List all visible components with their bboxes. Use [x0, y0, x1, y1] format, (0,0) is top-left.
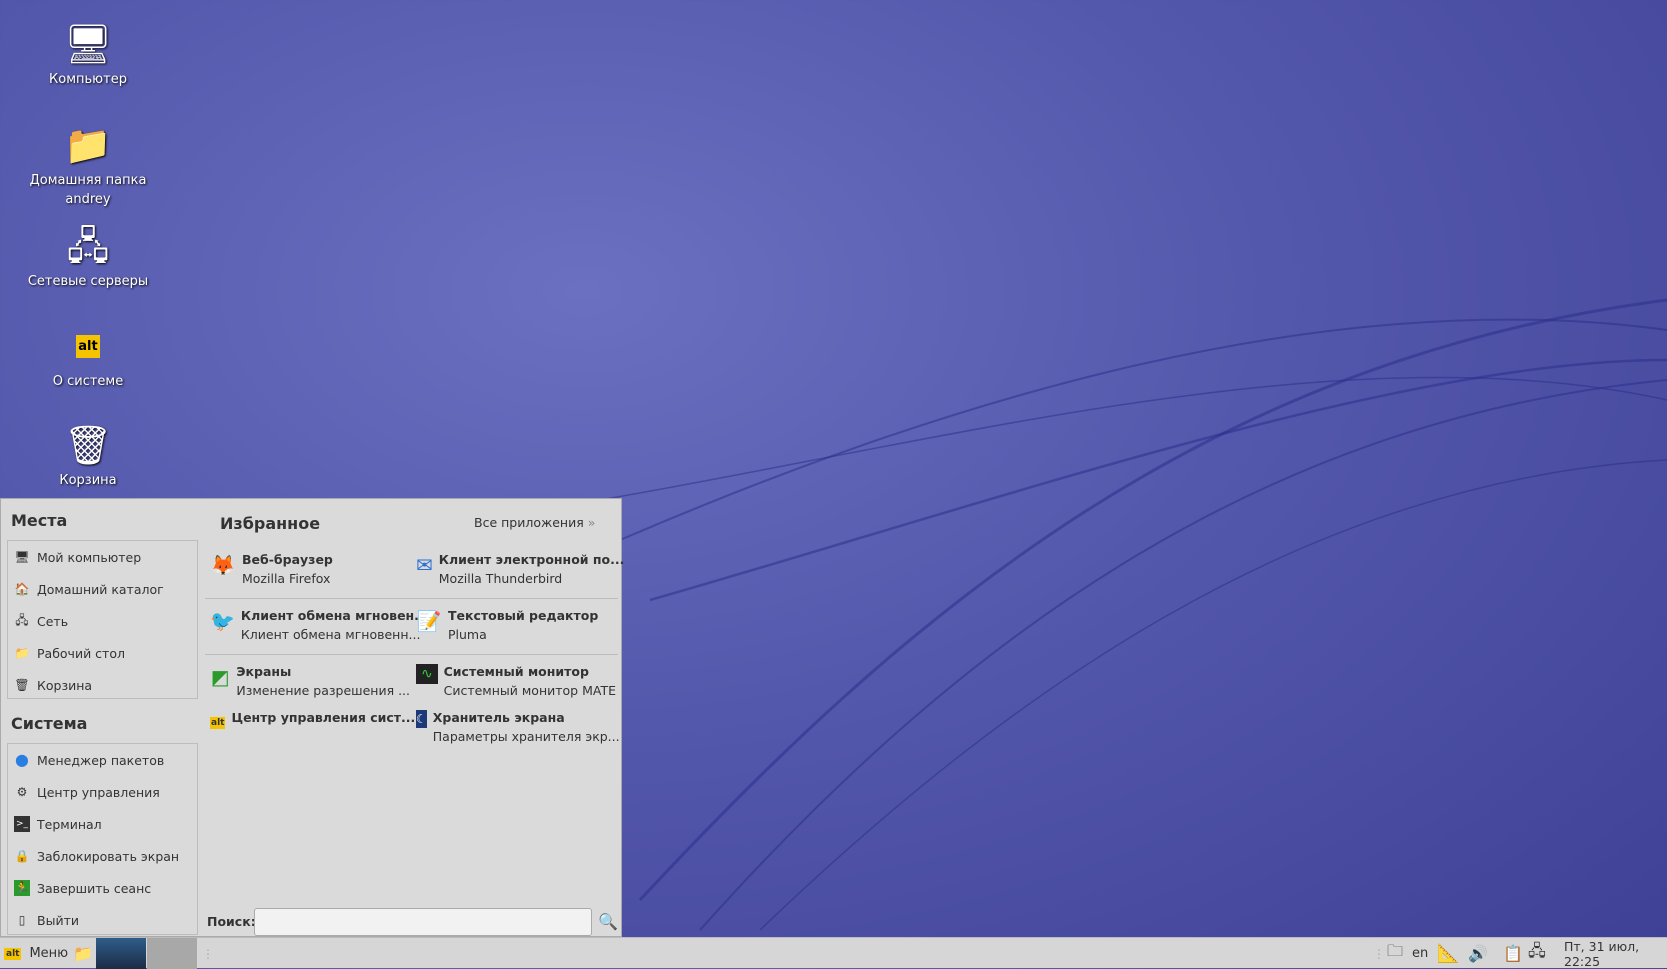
- system-monitor-icon: ∿: [416, 664, 438, 684]
- places-item-desktop[interactable]: 📁 Рабочий стол: [8, 637, 197, 669]
- logout-icon: 🏃: [14, 880, 30, 896]
- favorite-web-browser[interactable]: 🦊 Веб-браузер Mozilla Firefox: [210, 550, 410, 588]
- display-icon: ◩: [210, 665, 230, 689]
- terminal-icon: >_: [14, 816, 30, 832]
- workspace-2[interactable]: [147, 938, 197, 969]
- computer-icon: 🖥: [63, 21, 113, 66]
- desktop-folder-icon: 📁: [14, 646, 30, 660]
- network-icon[interactable]: 🖧: [1528, 938, 1546, 969]
- system-item-quit[interactable]: ▯ Выйти: [8, 904, 197, 936]
- pidgin-icon: 🐦: [210, 609, 235, 633]
- text-editor-icon: 📝: [416, 609, 442, 633]
- favorite-text-editor[interactable]: 📝 Текстовый редактор Pluma: [416, 606, 616, 644]
- system-list: ⬤ Менеджер пакетов ⚙ Центр управления >_ Те…: [7, 743, 198, 935]
- separator: [205, 654, 618, 655]
- places-item-home[interactable]: 🏠 Домашний каталог: [8, 573, 197, 605]
- home-folder-icon: 🏠: [14, 582, 30, 596]
- basealt-logo-icon: alt: [210, 717, 226, 729]
- system-item-lock-screen[interactable]: 🔒 Заблокировать экран: [8, 840, 197, 872]
- system-item-terminal[interactable]: >_ Терминал: [8, 808, 197, 840]
- keyboard-layout-indicator[interactable]: en: [1412, 938, 1428, 969]
- computer-icon: 🖥: [14, 550, 30, 564]
- search-input[interactable]: [254, 908, 592, 936]
- screensaver-icon: ☾: [416, 710, 427, 728]
- trash-icon: 🗑: [14, 678, 30, 692]
- all-applications-button[interactable]: Все приложения »: [474, 515, 595, 530]
- search-label: Поиск:: [207, 914, 256, 929]
- taskbar: alt Меню 📁 ⋮ ⋮ 🗀 en 📐 🔊 📋 🖧 Пт, 31 июл, 2…: [0, 937, 1667, 969]
- workspace-1[interactable]: [96, 938, 146, 969]
- package-icon: ⬤: [15, 753, 29, 767]
- search-icon[interactable]: 🔍: [598, 912, 618, 931]
- panel-handle[interactable]: ⋮: [1373, 938, 1385, 969]
- desktop-icon-home[interactable]: 📁 Домашняя папка andrey: [23, 121, 153, 209]
- favorite-screensaver[interactable]: ☾ Хранитель экрана Параметры хранителя экр…: [416, 708, 620, 746]
- control-center-icon: ⚙: [16, 785, 28, 799]
- firefox-icon: 🦊: [210, 553, 236, 577]
- lock-screen-icon: 🔒: [14, 849, 30, 863]
- system-item-package-manager[interactable]: ⬤ Менеджер пакетов: [8, 744, 197, 776]
- network-servers-icon: 🖧: [66, 223, 110, 268]
- favorite-system-control-center[interactable]: alt Центр управления сист...: [210, 708, 415, 736]
- clock[interactable]: Пт, 31 июл, 22:25: [1564, 938, 1667, 969]
- separator: [205, 598, 618, 599]
- basealt-logo-icon: alt: [64, 322, 112, 370]
- network-icon: 🖧: [15, 612, 29, 627]
- display-settings-icon[interactable]: 📐: [1437, 938, 1459, 969]
- main-menu: Места 🖥 Мой компьютер 🏠 Домашний каталог 🖧…: [0, 498, 624, 937]
- thunderbird-icon: ✉: [416, 553, 433, 577]
- system-item-logout[interactable]: 🏃 Завершить сеанс: [8, 872, 197, 904]
- favorite-email-client[interactable]: ✉ Клиент электронной по... Mozilla Thunder…: [416, 550, 624, 588]
- file-manager-launcher-icon[interactable]: 📁: [73, 938, 93, 969]
- desktop-icon-network[interactable]: 🖧 Сетевые серверы: [23, 222, 153, 291]
- favorite-system-monitor[interactable]: ∿ Системный монитор Системный монитор MATE: [416, 662, 616, 700]
- desktop-icon-trash[interactable]: 🗑 Корзина: [23, 421, 153, 490]
- home-folder-icon: 📁: [64, 122, 112, 167]
- places-item-trash[interactable]: 🗑 Корзина: [8, 669, 197, 701]
- volume-icon[interactable]: 🔊: [1468, 938, 1488, 969]
- places-item-network[interactable]: 🖧 Сеть: [8, 605, 197, 637]
- system-heading: Система: [11, 714, 88, 733]
- places-heading: Места: [11, 511, 68, 530]
- desktop-icon-about[interactable]: alt О системе: [23, 322, 153, 391]
- panel-handle[interactable]: ⋮: [202, 938, 214, 969]
- favorite-instant-messenger[interactable]: 🐦 Клиент обмена мгновен... Клиент обмена м…: [210, 606, 428, 644]
- basealt-logo-icon: alt: [4, 947, 22, 960]
- favorite-displays[interactable]: ◩ Экраны Изменение разрешения ...: [210, 662, 410, 700]
- desktop-icon-computer[interactable]: 🖥 Компьютер: [23, 20, 153, 89]
- quit-icon: ▯: [18, 913, 26, 927]
- places-list: 🖥 Мой компьютер 🏠 Домашний каталог 🖧 Сеть 📁…: [7, 540, 198, 699]
- menu-button[interactable]: alt Меню: [4, 938, 68, 969]
- trash-icon: 🗑: [63, 422, 113, 467]
- chevron-right-icon: »: [587, 515, 596, 530]
- show-desktop-icon[interactable]: 🗀: [1387, 938, 1403, 969]
- favorites-heading: Избранное: [220, 514, 321, 533]
- clipboard-icon[interactable]: 📋: [1503, 938, 1523, 969]
- places-item-computer[interactable]: 🖥 Мой компьютер: [8, 541, 197, 573]
- system-item-control-center[interactable]: ⚙ Центр управления: [8, 776, 197, 808]
